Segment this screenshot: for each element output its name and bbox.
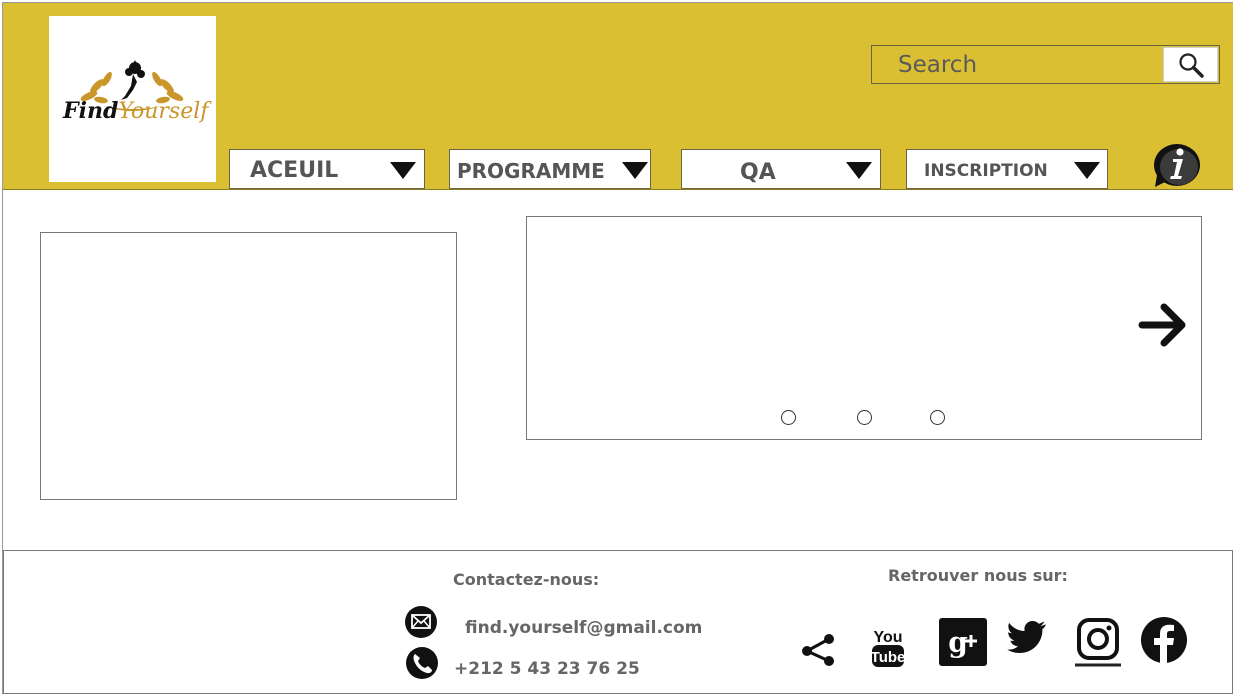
contact-email[interactable]: find.yourself@gmail.com [465, 618, 702, 638]
logo[interactable]: FindYourself [49, 16, 216, 182]
chevron-down-icon [846, 162, 872, 179]
contact-heading: Contactez-nous: [453, 570, 600, 589]
logo-text-yourself: Yourself [118, 99, 209, 124]
nav-qa[interactable]: QA [681, 149, 881, 189]
phone-icon [405, 646, 439, 680]
info-icon [1154, 144, 1200, 187]
social-heading: Retrouver nous sur: [888, 566, 1068, 585]
google-plus-icon[interactable]: g [938, 617, 988, 672]
instagram-icon[interactable] [1074, 617, 1122, 674]
share-icon[interactable] [799, 631, 837, 674]
header: FindYourself ACEUIL PROGRAMME QA INSCRIP… [3, 3, 1233, 190]
carousel-dot[interactable] [930, 410, 945, 425]
svg-text:g: g [948, 626, 968, 659]
mail-icon [404, 605, 438, 639]
search-icon [1179, 53, 1204, 78]
logo-text-find: Find [63, 98, 119, 124]
youtube-icon[interactable]: You Tube [870, 625, 906, 674]
image-carousel [526, 216, 1202, 440]
nav-label-inscription: INSCRIPTION [924, 161, 1048, 181]
svg-text:You: You [873, 629, 902, 646]
carousel-dot[interactable] [781, 410, 796, 425]
nav-aceuil[interactable]: ACEUIL [229, 149, 425, 189]
svg-text:Tube: Tube [871, 649, 906, 666]
arrow-right-icon [1138, 303, 1186, 347]
twitter-icon[interactable] [1006, 619, 1048, 664]
nav-label-aceuil: ACEUIL [250, 158, 339, 183]
nav-label-qa: QA [740, 160, 776, 185]
chevron-down-icon [390, 162, 416, 179]
carousel-next-button[interactable] [1138, 301, 1190, 349]
nav-inscription[interactable]: INSCRIPTION [906, 149, 1108, 189]
footer: Contactez-nous: find.yourself@gmail.com … [3, 550, 1233, 694]
search-bar [871, 45, 1220, 84]
contact-phone[interactable]: +212 5 43 23 76 25 [454, 659, 640, 679]
nav-label-programme: PROGRAMME [457, 159, 605, 183]
chevron-down-icon [1074, 162, 1100, 179]
search-input[interactable] [872, 46, 1163, 83]
search-button[interactable] [1163, 47, 1218, 82]
nav-programme[interactable]: PROGRAMME [449, 149, 651, 189]
carousel-dot[interactable] [857, 410, 872, 425]
facebook-icon[interactable] [1140, 616, 1188, 669]
content-panel [40, 232, 457, 500]
info-button[interactable] [1151, 141, 1201, 191]
chevron-down-icon [622, 162, 648, 179]
